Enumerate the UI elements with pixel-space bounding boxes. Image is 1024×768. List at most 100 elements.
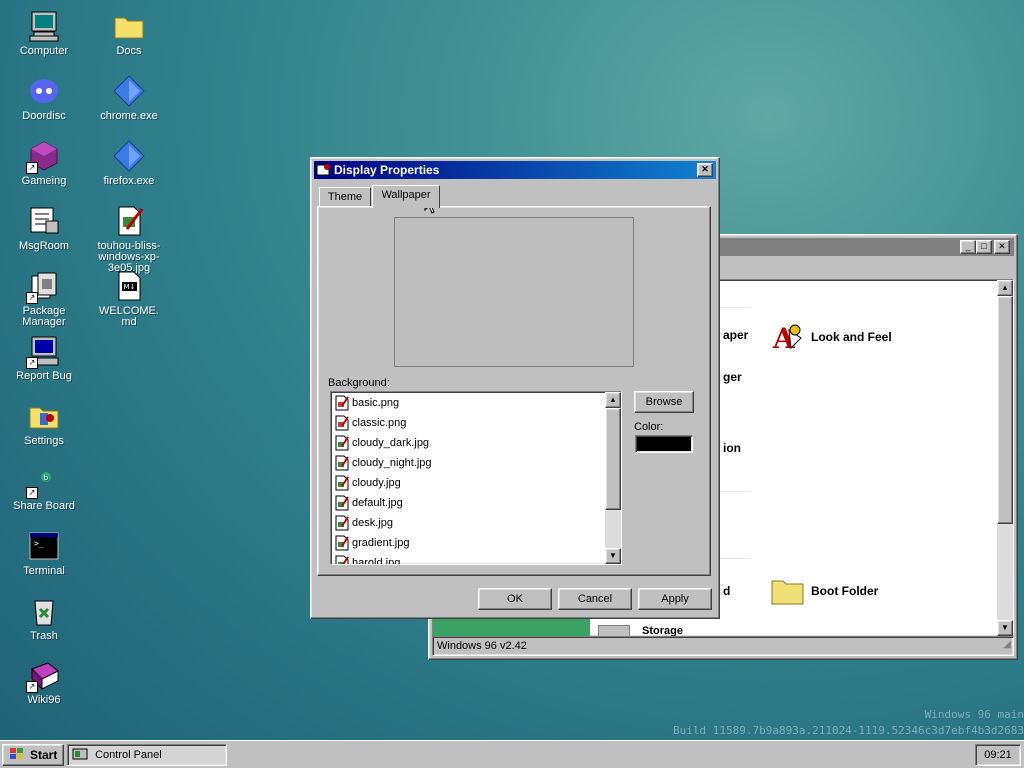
- cp-item-manager[interactable]: ger: [723, 370, 742, 384]
- cp-item-boot-folder[interactable]: Boot Folder: [771, 576, 878, 606]
- watermark-line-2: Build 11589.7b9a893a.211024-1119.52346c3…: [673, 724, 1024, 737]
- wallpaper-preview: [394, 217, 634, 367]
- taskbar-task-control-panel[interactable]: Control Panel: [67, 744, 227, 766]
- list-scrollbar[interactable]: ▲ ▼: [605, 392, 621, 564]
- wallpaper-file-list[interactable]: basic.png classic.png cloudy_dark.jpg cloud…: [330, 391, 622, 565]
- cancel-button[interactable]: Cancel: [558, 588, 632, 610]
- file-list-item[interactable]: basic.png: [331, 393, 603, 413]
- resize-grip-icon[interactable]: ◢: [1003, 636, 1011, 654]
- shortcut-arrow-icon: ↗: [26, 162, 38, 174]
- tab-label: Theme: [327, 191, 363, 203]
- scroll-up-button[interactable]: ▲: [997, 280, 1013, 296]
- cp-item-information[interactable]: ion: [723, 441, 741, 455]
- cp-item-d[interactable]: d: [723, 584, 730, 598]
- scroll-down-button[interactable]: ▼: [997, 620, 1013, 636]
- desktop-icon-doordisc[interactable]: Doordisc: [8, 75, 80, 122]
- diamond-app-icon: [113, 140, 145, 172]
- desktop-icon-share-board[interactable]: b ↗ Share Board: [8, 465, 80, 512]
- system-tray: 09:21: [975, 744, 1021, 766]
- desktop-icon-label: Docs: [116, 45, 142, 57]
- terminal-icon: >_: [28, 530, 60, 562]
- desktop-icon-label: Settings: [24, 435, 64, 447]
- desktop-icon-chrome[interactable]: chrome.exe: [93, 75, 165, 122]
- cp-item-label: Look and Feel: [811, 330, 892, 344]
- desktop-icon-label: WELCOME.md: [99, 305, 159, 328]
- dialog-titlebar[interactable]: Display Properties ✕: [314, 161, 716, 179]
- image-file-icon: [335, 455, 349, 471]
- desktop-icon-computer[interactable]: Computer: [8, 10, 80, 57]
- close-button[interactable]: ✕: [697, 163, 713, 177]
- desktop-icon-label: Wiki96: [27, 694, 61, 706]
- desktop-icon-label: Doordisc: [22, 110, 66, 122]
- desktop-icon-settings[interactable]: Settings: [8, 400, 80, 447]
- cp-item-label: ion: [723, 441, 741, 455]
- desktop-icon-label: Trash: [30, 630, 58, 642]
- desktop-icon-wiki96[interactable]: ↗ Wiki96: [8, 659, 80, 706]
- cancel-label: Cancel: [577, 593, 613, 605]
- scroll-thumb[interactable]: [605, 408, 621, 510]
- file-list-item[interactable]: cloudy.jpg: [331, 473, 603, 493]
- tab-wallpaper[interactable]: Wallpaper: [372, 185, 440, 208]
- start-button[interactable]: Start: [2, 744, 64, 766]
- ok-button[interactable]: OK: [478, 588, 552, 610]
- desktop-icon-welcome[interactable]: M↓ WELCOME.md: [93, 270, 165, 328]
- settings-folder-icon: [28, 400, 60, 432]
- svg-text:M↓: M↓: [124, 283, 136, 291]
- svg-text:>_: >_: [34, 539, 44, 548]
- book-icon: ↗: [26, 659, 60, 693]
- tab-panel: Background: basic.png classic.png cloudy_d…: [317, 206, 711, 576]
- status-text: Windows 96 v2.42: [437, 640, 527, 652]
- image-file-icon: [113, 205, 145, 237]
- desktop-icon-report-bug[interactable]: ↗ Report Bug: [8, 335, 80, 382]
- start-logo-icon: [9, 747, 25, 761]
- file-list-item[interactable]: cloudy_dark.jpg: [331, 433, 603, 453]
- image-file-icon: [335, 395, 349, 411]
- image-file-icon: [335, 475, 349, 491]
- apply-button[interactable]: Apply: [638, 588, 712, 610]
- browse-label: Browse: [645, 396, 683, 408]
- desktop-icon-trash[interactable]: Trash: [8, 595, 80, 642]
- color-swatch[interactable]: [635, 435, 693, 453]
- display-properties-icon: [316, 162, 332, 178]
- desktop-icon-touhou[interactable]: touhou-bliss-windows-xp-3e05.jpg: [93, 205, 165, 274]
- vertical-scrollbar[interactable]: ▲ ▼: [997, 280, 1013, 636]
- desktop-icon-msgroom[interactable]: MsgRoom: [8, 205, 80, 252]
- desktop-icon-gameing[interactable]: ↗ Gameing: [8, 140, 80, 187]
- file-list-item[interactable]: classic.png: [331, 413, 603, 433]
- image-file-icon: [335, 495, 349, 511]
- desktop-icon-terminal[interactable]: >_ Terminal: [8, 530, 80, 577]
- minimize-button[interactable]: _: [960, 240, 976, 254]
- cp-item-look-and-feel[interactable]: A Look and Feel: [771, 320, 892, 355]
- scroll-up-button[interactable]: ▲: [605, 392, 621, 408]
- message-room-icon: [28, 205, 60, 237]
- file-list-item[interactable]: desk.jpg: [331, 513, 603, 533]
- taskbar: Start Control Panel 09:21: [0, 740, 1024, 768]
- apply-label: Apply: [661, 593, 689, 605]
- tab-theme[interactable]: Theme: [319, 187, 371, 207]
- file-list-item[interactable]: harold.jpg: [331, 553, 603, 564]
- desktop-icon-docs[interactable]: Docs: [93, 10, 165, 57]
- file-list-item[interactable]: default.jpg: [331, 493, 603, 513]
- cube-icon: ↗: [26, 140, 60, 174]
- file-list-item[interactable]: cloudy_night.jpg: [331, 453, 603, 473]
- file-list-item[interactable]: gradient.jpg: [331, 533, 603, 553]
- scroll-thumb[interactable]: [997, 296, 1013, 524]
- browse-button[interactable]: Browse: [634, 391, 694, 413]
- desktop-icon-firefox[interactable]: firefox.exe: [93, 140, 165, 187]
- desktop-icon-label: chrome.exe: [100, 110, 158, 122]
- maximize-button[interactable]: □: [976, 240, 992, 254]
- cp-item-label: Boot Folder: [811, 584, 879, 598]
- display-properties-dialog[interactable]: Display Properties ✕ Theme Wallpaper Bac…: [310, 157, 720, 619]
- file-list-items: basic.png classic.png cloudy_dark.jpg cloud…: [331, 392, 603, 564]
- desktop-icon-label: Package Manager: [22, 305, 66, 328]
- clock[interactable]: 09:21: [984, 749, 1012, 761]
- desktop-icon-package-manager[interactable]: ↗ Package Manager: [8, 270, 80, 328]
- folder-icon: [771, 576, 805, 606]
- desktop-icon-label: Terminal: [23, 565, 65, 577]
- desktop-icon-label: Computer: [19, 45, 69, 57]
- cp-item-wallpaper[interactable]: aper: [723, 328, 748, 342]
- image-file-icon: [335, 435, 349, 451]
- trash-icon: [28, 595, 60, 627]
- scroll-down-button[interactable]: ▼: [605, 548, 621, 564]
- close-button[interactable]: ✕: [994, 240, 1010, 254]
